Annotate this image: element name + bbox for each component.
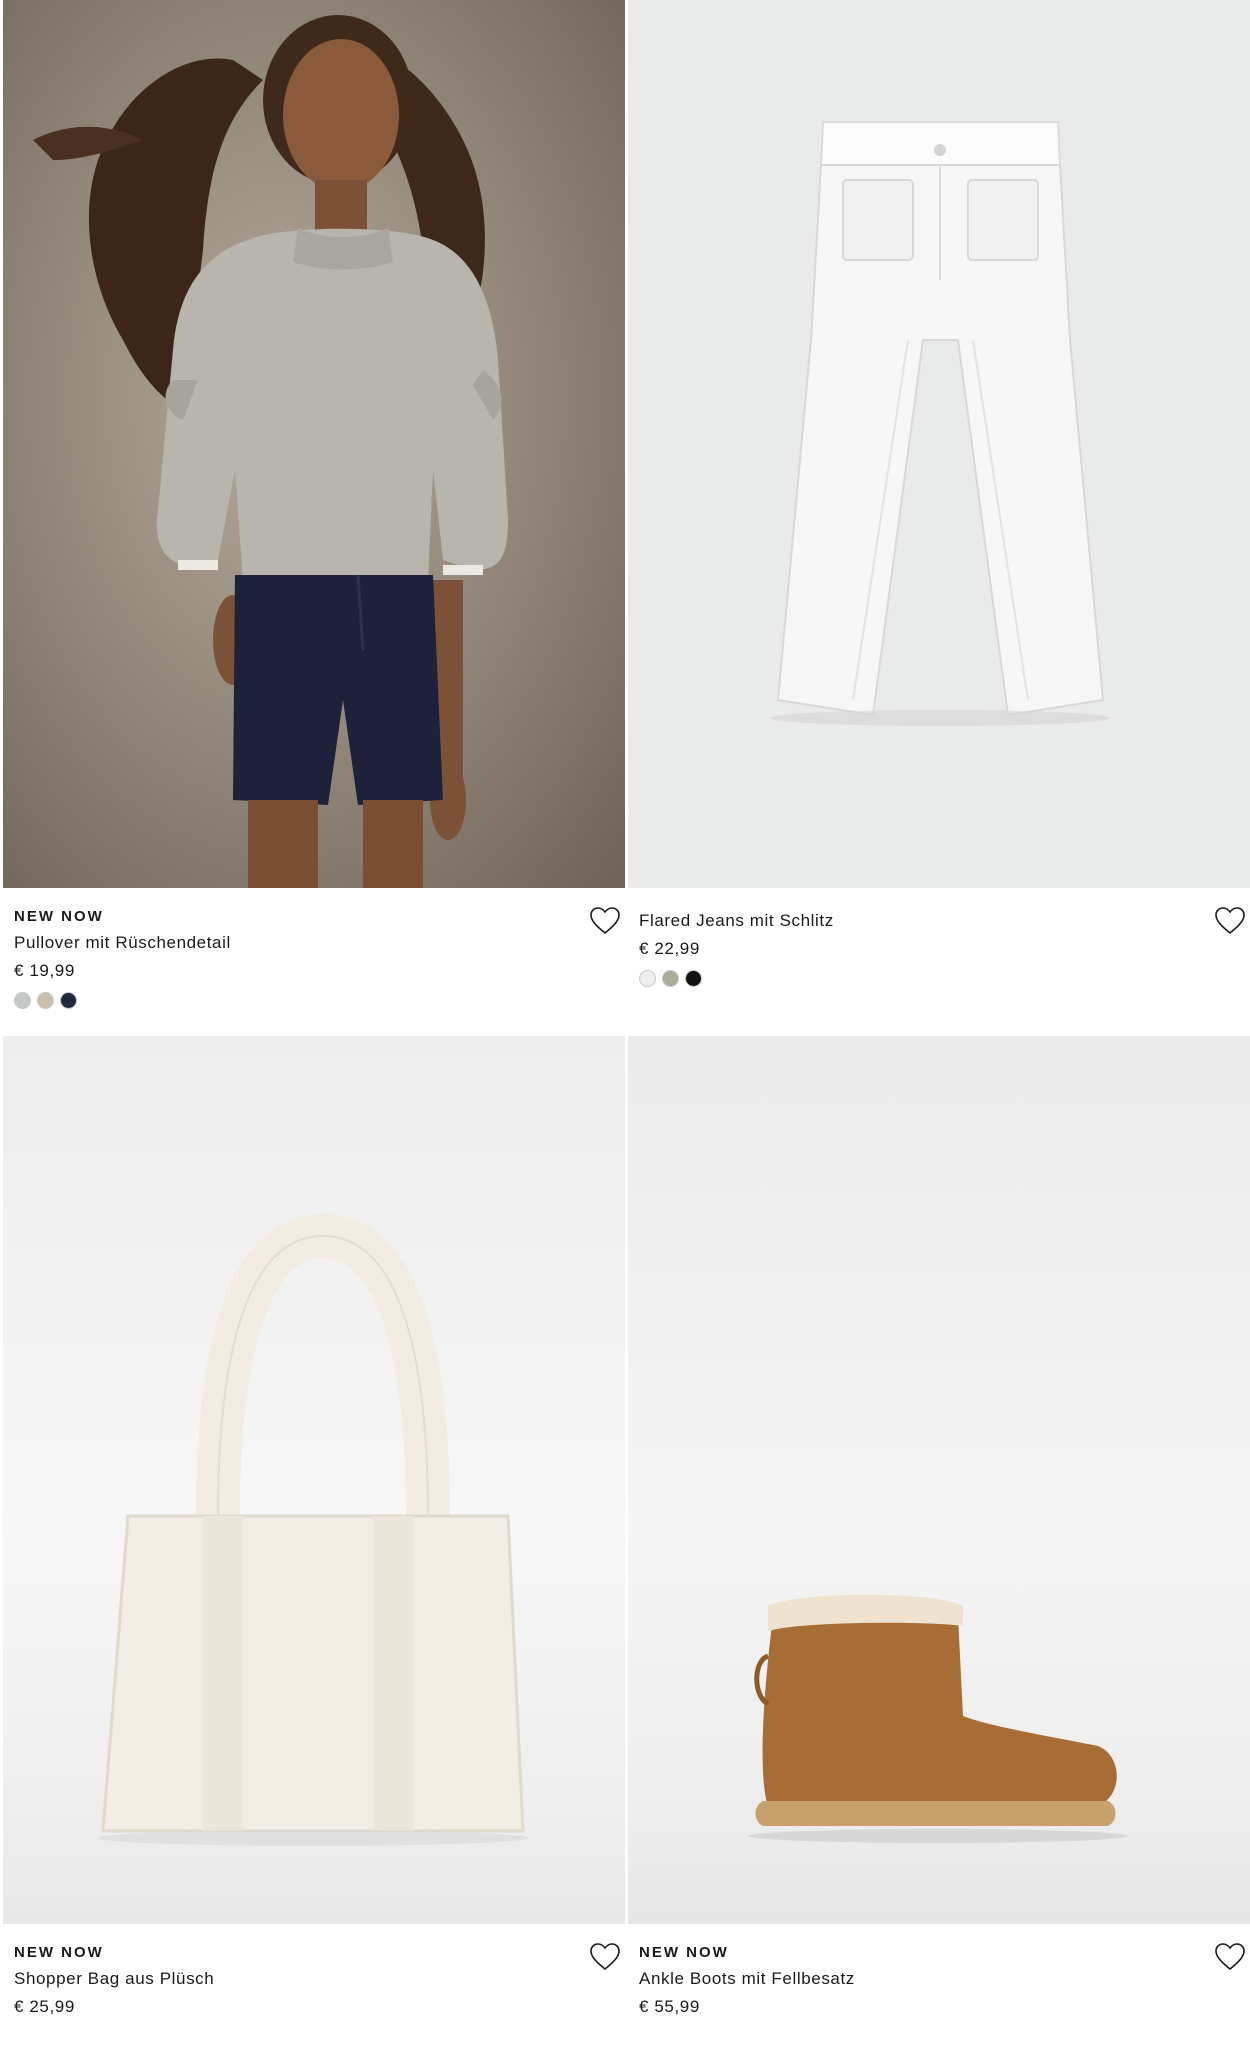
- heart-icon[interactable]: [1214, 1942, 1246, 1972]
- color-swatch-grey[interactable]: [14, 992, 31, 1009]
- jeans-photo: [770, 121, 1110, 726]
- product-name[interactable]: Pullover mit Rüschendetail: [14, 930, 545, 956]
- boots-photo: [748, 1594, 1128, 1843]
- new-now-badge: NEW NOW: [639, 1944, 729, 1961]
- product-card[interactable]: Flared Jeans mit Schlitz € 22,99: [628, 0, 1250, 987]
- new-now-badge: NEW NOW: [14, 1944, 104, 1961]
- product-card[interactable]: NEW NOW Shopper Bag aus Plüsch € 25,99: [3, 1036, 625, 2020]
- product-image-jeans[interactable]: [628, 0, 1250, 888]
- product-info: NEW NOW Shopper Bag aus Plüsch € 25,99: [3, 1924, 625, 2020]
- product-name[interactable]: Flared Jeans mit Schlitz: [639, 908, 1170, 934]
- product-image-bag[interactable]: [3, 1036, 625, 1924]
- color-swatch-black[interactable]: [685, 970, 702, 987]
- product-price: € 25,99: [14, 1997, 75, 2016]
- color-swatches: [639, 970, 1170, 987]
- product-price: € 19,99: [14, 961, 75, 980]
- product-card[interactable]: NEW NOW Ankle Boots mit Fellbesatz € 55,…: [628, 1036, 1250, 2020]
- color-swatch-navy[interactable]: [60, 992, 77, 1009]
- product-card[interactable]: NEW NOW Pullover mit Rüschendetail € 19,…: [3, 0, 625, 1009]
- model-photo: [33, 15, 508, 888]
- product-price: € 22,99: [639, 939, 700, 958]
- heart-icon[interactable]: [589, 1942, 621, 1972]
- product-price: € 55,99: [639, 1997, 700, 2016]
- product-grid: NEW NOW Pullover mit Rüschendetail € 19,…: [0, 0, 1250, 2071]
- product-info: NEW NOW Ankle Boots mit Fellbesatz € 55,…: [628, 1924, 1250, 2020]
- color-swatch-beige[interactable]: [37, 992, 54, 1009]
- heart-icon[interactable]: [589, 906, 621, 936]
- color-swatch-sage[interactable]: [662, 970, 679, 987]
- product-image-pullover[interactable]: [3, 0, 625, 888]
- product-info: NEW NOW Pullover mit Rüschendetail € 19,…: [3, 888, 625, 1009]
- product-info: Flared Jeans mit Schlitz € 22,99: [628, 888, 1250, 987]
- product-image-boots[interactable]: [628, 1036, 1250, 1924]
- product-name[interactable]: Shopper Bag aus Plüsch: [14, 1966, 545, 1992]
- new-now-badge: NEW NOW: [14, 908, 104, 925]
- product-name[interactable]: Ankle Boots mit Fellbesatz: [639, 1966, 1170, 1992]
- color-swatches: [14, 992, 545, 1009]
- color-swatch-white[interactable]: [639, 970, 656, 987]
- heart-icon[interactable]: [1214, 906, 1246, 936]
- bag-photo: [98, 1213, 528, 1846]
